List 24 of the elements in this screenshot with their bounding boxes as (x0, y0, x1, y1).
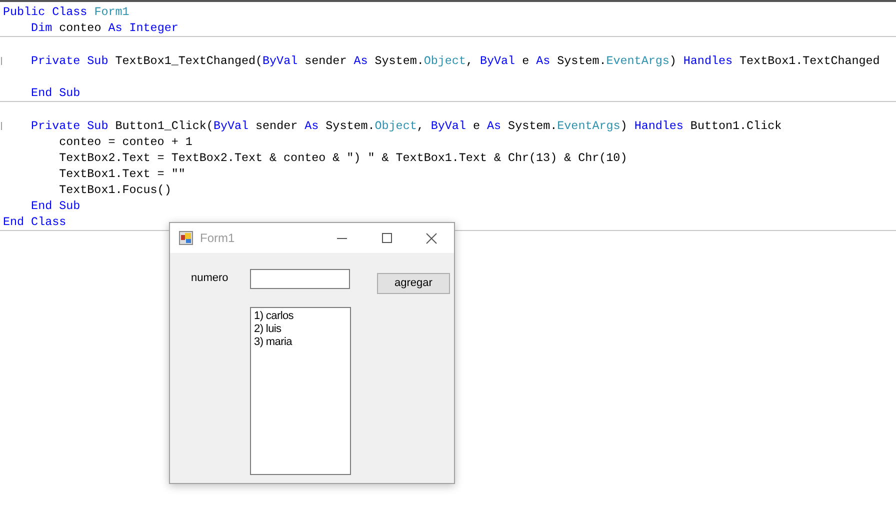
output-line: 2) luis (254, 323, 282, 336)
close-icon (426, 232, 437, 244)
code-line: Private Sub Button1_Click(ByVal sender As System.Object, ByVal e As System.EventArgs) Handles Button1.Click (30, 118, 782, 134)
output-line: 3) maria (254, 336, 294, 349)
line-marker (1, 57, 2, 65)
code-line: TextBox2.Text = TextBox2.Text & conteo & ") " & TextBox1.Text & Chr(13) & Chr(10) (58, 150, 628, 166)
code-line: Public Class Form1 (3, 4, 130, 20)
output-line: 1) carlos (254, 310, 294, 323)
agregar-button[interactable]: agregar (377, 273, 450, 294)
code-line: TextBox1.Focus() (58, 182, 172, 198)
line-marker (1, 122, 2, 130)
numero-label: numero (191, 271, 230, 286)
code-line: End Sub (30, 198, 80, 214)
code-line: TextBox1.Text = "" (58, 166, 186, 182)
input-field[interactable] (250, 269, 350, 289)
code-line: conteo = conteo + 1 (58, 134, 192, 150)
code-line: Dim conteo As Integer (30, 20, 178, 36)
output-text-area[interactable]: 1) carlos 2) luis 3) maria (250, 307, 351, 475)
code-line: Private Sub TextBox1_TextChanged(ByVal sender As System.Object, ByVal e As System.EventArgs) Handles TextBox1.TextChanged (30, 53, 880, 69)
code-line: End Class (3, 214, 66, 230)
window-title: Form1 (200, 230, 235, 247)
form-icon (179, 231, 193, 245)
maximize-icon (382, 233, 392, 243)
code-line: End Sub (30, 85, 80, 101)
